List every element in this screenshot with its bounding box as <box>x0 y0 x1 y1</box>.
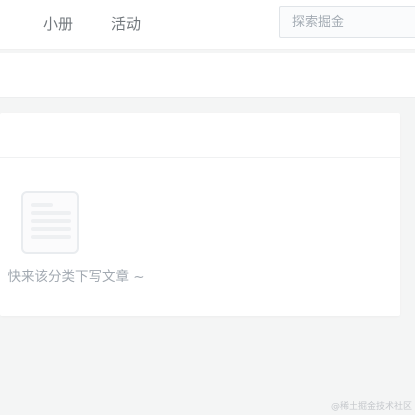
article-list-header <box>0 113 400 158</box>
search-input[interactable] <box>280 7 415 37</box>
category-sub-navigation <box>0 53 415 98</box>
empty-state-message: ，快来该分类下写文章 ~ <box>0 269 145 285</box>
document-line <box>31 203 53 207</box>
document-line <box>31 219 71 223</box>
empty-document-icon <box>21 191 79 254</box>
top-navigation-bar: 题 小册 活动 <box>0 0 415 50</box>
nav-item-booklets[interactable]: 小册 <box>43 13 73 35</box>
watermark: @稀土掘金技术社区 <box>330 402 412 412</box>
document-line <box>31 227 71 231</box>
document-line <box>31 235 71 239</box>
nav-item-events[interactable]: 活动 <box>111 13 141 35</box>
search-box[interactable] <box>279 6 415 38</box>
document-line <box>31 211 71 215</box>
